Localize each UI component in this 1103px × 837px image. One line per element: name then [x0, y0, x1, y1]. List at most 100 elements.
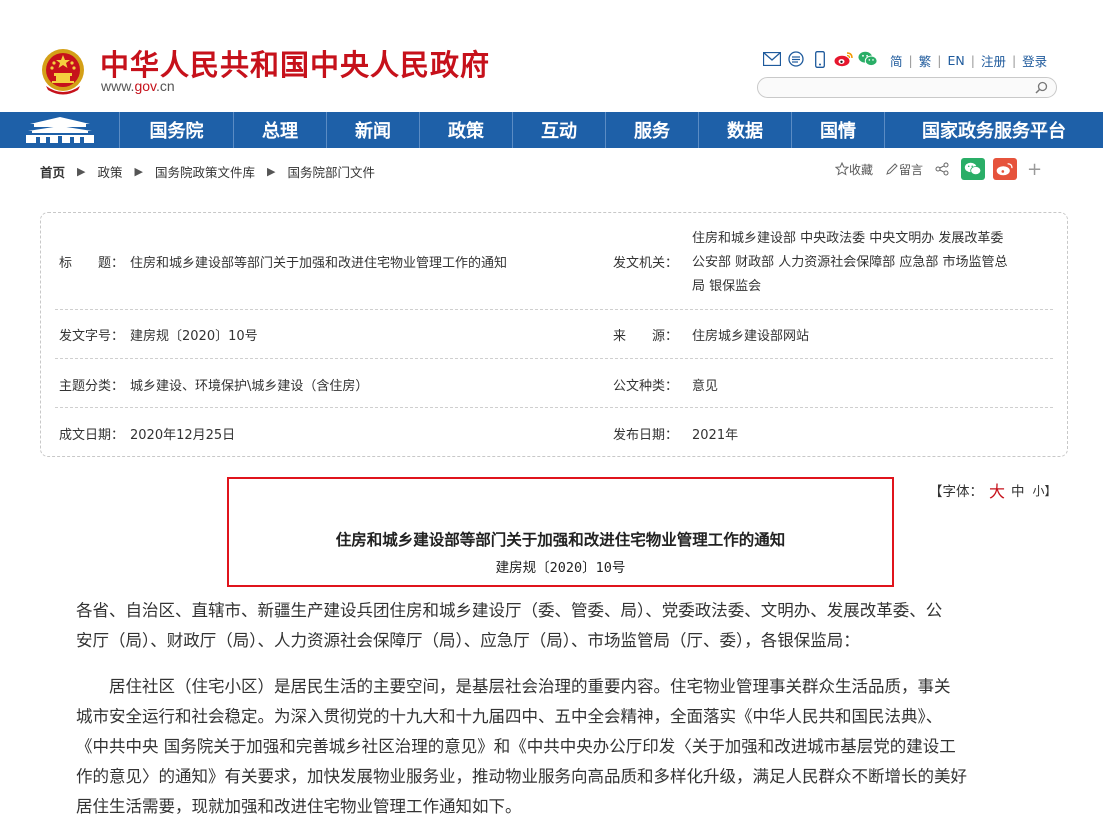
issuer-line: 局 银保监会 — [692, 279, 762, 294]
star-icon — [835, 162, 849, 176]
more-share-button[interactable]: + — [1027, 159, 1042, 180]
site-url[interactable]: www.gov.cn — [101, 78, 175, 94]
text-line: 作的意见〉的通知》有关要求，加快发展物业服务业，推动物业服务向高品质和多样化升级… — [76, 767, 967, 786]
mobile-icon[interactable] — [810, 49, 830, 69]
paragraph-addressees: 各省、自治区、直辖市、新疆生产建设兵团住房和城乡建设厅（委、管委、局）、党委政法… — [76, 596, 1036, 656]
type-label: 公文种类： — [613, 379, 679, 394]
paragraph-intro: 居住社区（住宅小区）是居民生活的主要空间，是基层社会治理的重要内容。住宅物业管理… — [76, 672, 1036, 822]
top-icons — [762, 48, 882, 70]
breadcrumb-arrow-icon: ▶ — [77, 165, 86, 178]
link-english[interactable]: EN — [947, 53, 964, 68]
breadcrumb-arrow-icon: ▶ — [134, 165, 143, 178]
breadcrumb-policy[interactable]: 政策 — [97, 162, 122, 181]
written-date-value: 2020年12月25日 — [130, 428, 236, 443]
nav-news[interactable]: 新闻 — [327, 112, 420, 148]
share-button[interactable] — [935, 162, 949, 176]
nav-state-council[interactable]: 国务院 — [120, 112, 234, 148]
text-line: 安厅（局）、财政厅（局）、人力资源社会保障厅（局）、应急厅（局）、市场监管局（厅… — [76, 631, 860, 650]
issuer-line: 公安部 财政部 人力资源社会保障部 应急部 市场监管总 — [692, 255, 1008, 270]
separator: | — [908, 53, 913, 68]
link-register[interactable]: 注册 — [981, 51, 1006, 70]
separator: | — [970, 53, 975, 68]
topic-label: 主题分类： — [59, 379, 125, 394]
publish-date-value: 2021年 — [692, 428, 739, 443]
text-line: 居住生活需要，现就加强和改进住宅物业管理工作通知如下。 — [76, 797, 522, 816]
document-number: 建房规〔2020〕10号 — [495, 560, 626, 576]
doc-no-label: 发文字号： — [59, 329, 125, 344]
site-header: 中华人民共和国中央人民政府 www.gov.cn 简 | 繁 | EN | 注册… — [0, 0, 1103, 112]
app-icon[interactable] — [786, 49, 806, 69]
wechat-icon[interactable] — [858, 49, 878, 69]
info-row-title: 标 题： 住房和城乡建设部等部门关于加强和改进住宅物业管理工作的通知 发文机关：… — [55, 213, 1053, 310]
document-info-table: 标 题： 住房和城乡建设部等部门关于加强和改进住宅物业管理工作的通知 发文机关：… — [40, 212, 1068, 457]
publish-date-label: 发布日期： — [613, 428, 679, 443]
share-wechat-button[interactable] — [961, 158, 986, 180]
favorite-label: 收藏 — [849, 162, 874, 177]
breadcrumb-dept-docs[interactable]: 国务院部门文件 — [287, 162, 375, 181]
text-line: 各省、自治区、直辖市、新疆生产建设兵团住房和城乡建设厅（委、管委、局）、党委政法… — [76, 601, 943, 620]
font-size-medium[interactable]: 中 — [1011, 480, 1025, 500]
nav-service[interactable]: 服务 — [606, 112, 699, 148]
document-heading-highlight: 住房和城乡建设部等部门关于加强和改进住宅物业管理工作的通知 建房规〔2020〕1… — [227, 477, 894, 587]
info-row-docno: 发文字号： 建房规〔2020〕10号 来 源： 住房城乡建设部网站 — [55, 310, 1053, 359]
separator: | — [937, 53, 942, 68]
issuer-line: 住房和城乡建设部 中央政法委 中央文明办 发展改革委 — [692, 231, 1004, 246]
type-value: 意见 — [692, 379, 719, 394]
text-line: 居住社区（住宅小区）是居民生活的主要空间，是基层社会治理的重要内容。住宅物业管理… — [76, 677, 951, 696]
nav-policy[interactable]: 政策 — [420, 112, 513, 148]
nav-national-info[interactable]: 国情 — [792, 112, 885, 148]
source-value: 住房城乡建设部网站 — [692, 329, 810, 344]
comment-button[interactable]: 留言 — [885, 161, 923, 178]
tiananmen-icon — [25, 117, 94, 143]
source-label: 来 源： — [613, 329, 679, 344]
breadcrumb: 首页 ▶ 政策 ▶ 国务院政策文件库 ▶ 国务院部门文件 — [40, 162, 375, 181]
written-date-label: 成文日期： — [59, 428, 125, 443]
weibo-icon — [996, 163, 1013, 176]
share-weibo-button[interactable] — [993, 158, 1018, 180]
separator: | — [1011, 53, 1017, 68]
topic-value: 城乡建设、环境保护\城乡建设（含住房） — [130, 379, 369, 394]
issuer-label: 发文机关： — [613, 256, 679, 271]
document-title: 住房和城乡建设部等部门关于加强和改进住宅物业管理工作的通知 — [335, 530, 786, 549]
nav-premier[interactable]: 总理 — [234, 112, 327, 148]
title-label: 标 题： — [59, 256, 125, 271]
font-size-prefix: 【字体： — [929, 484, 983, 500]
url-prefix: www. — [101, 78, 135, 94]
main-nav: 国务院 总理 新闻 政策 互动 服务 数据 国情 国家政务服务平台 — [0, 112, 1103, 148]
breadcrumb-policy-library[interactable]: 国务院政策文件库 — [155, 162, 255, 181]
nav-data[interactable]: 数据 — [699, 112, 792, 148]
font-size-switcher: 【字体： 大 中 小】 — [929, 478, 1057, 502]
doc-no-value: 建房规〔2020〕10号 — [130, 329, 258, 344]
url-suffix: .cn — [156, 78, 175, 94]
nav-gov-service-platform[interactable]: 国家政务服务平台 — [885, 112, 1103, 148]
pencil-icon — [886, 163, 898, 175]
link-traditional[interactable]: 繁 — [919, 51, 932, 70]
info-row-topic: 主题分类： 城乡建设、环境保护\城乡建设（含住房） 公文种类： 意见 — [55, 359, 1053, 408]
text-line: 城市安全运行和社会稳定。为深入贯彻党的十九大和十九届四中、五中全会精神，全面落实… — [76, 707, 943, 726]
url-domain: gov — [134, 78, 156, 94]
text-line: 《中共中央 国务院关于加强和完善城乡社区治理的意见》和《中共中央办公厅印发〈关于… — [76, 737, 956, 756]
link-login[interactable]: 登录 — [1022, 51, 1047, 70]
search-input[interactable] — [768, 79, 1038, 99]
title-value: 住房和城乡建设部等部门关于加强和改进住宅物业管理工作的通知 — [130, 256, 508, 271]
breadcrumb-arrow-icon: ▶ — [266, 165, 276, 178]
nav-home[interactable] — [0, 112, 120, 148]
nav-interaction[interactable]: 互动 — [513, 112, 606, 148]
mail-icon[interactable] — [762, 49, 782, 69]
wechat-icon — [964, 162, 982, 175]
breadcrumb-home[interactable]: 首页 — [40, 162, 65, 181]
weibo-icon[interactable] — [834, 49, 854, 69]
article-tools: 收藏 留言 + — [835, 158, 1042, 180]
issuer-value: 住房和城乡建设部 中央政法委 中央文明办 发展改革委 公安部 财政部 人力资源社… — [692, 227, 1008, 299]
favorite-button[interactable]: 收藏 — [835, 161, 873, 178]
share-icon — [935, 162, 949, 176]
font-size-large[interactable]: 大 — [989, 478, 1005, 502]
info-row-dates: 成文日期： 2020年12月25日 发布日期： 2021年 — [55, 408, 1053, 456]
search-icon[interactable] — [1035, 81, 1048, 94]
search-box — [757, 77, 1057, 99]
top-links: 简 | 繁 | EN | 注册 | 登录 — [890, 51, 1047, 70]
comment-label: 留言 — [899, 162, 924, 177]
font-size-small[interactable]: 小】 — [1033, 482, 1057, 499]
link-simplified[interactable]: 简 — [890, 51, 903, 70]
national-emblem-icon — [42, 49, 84, 95]
